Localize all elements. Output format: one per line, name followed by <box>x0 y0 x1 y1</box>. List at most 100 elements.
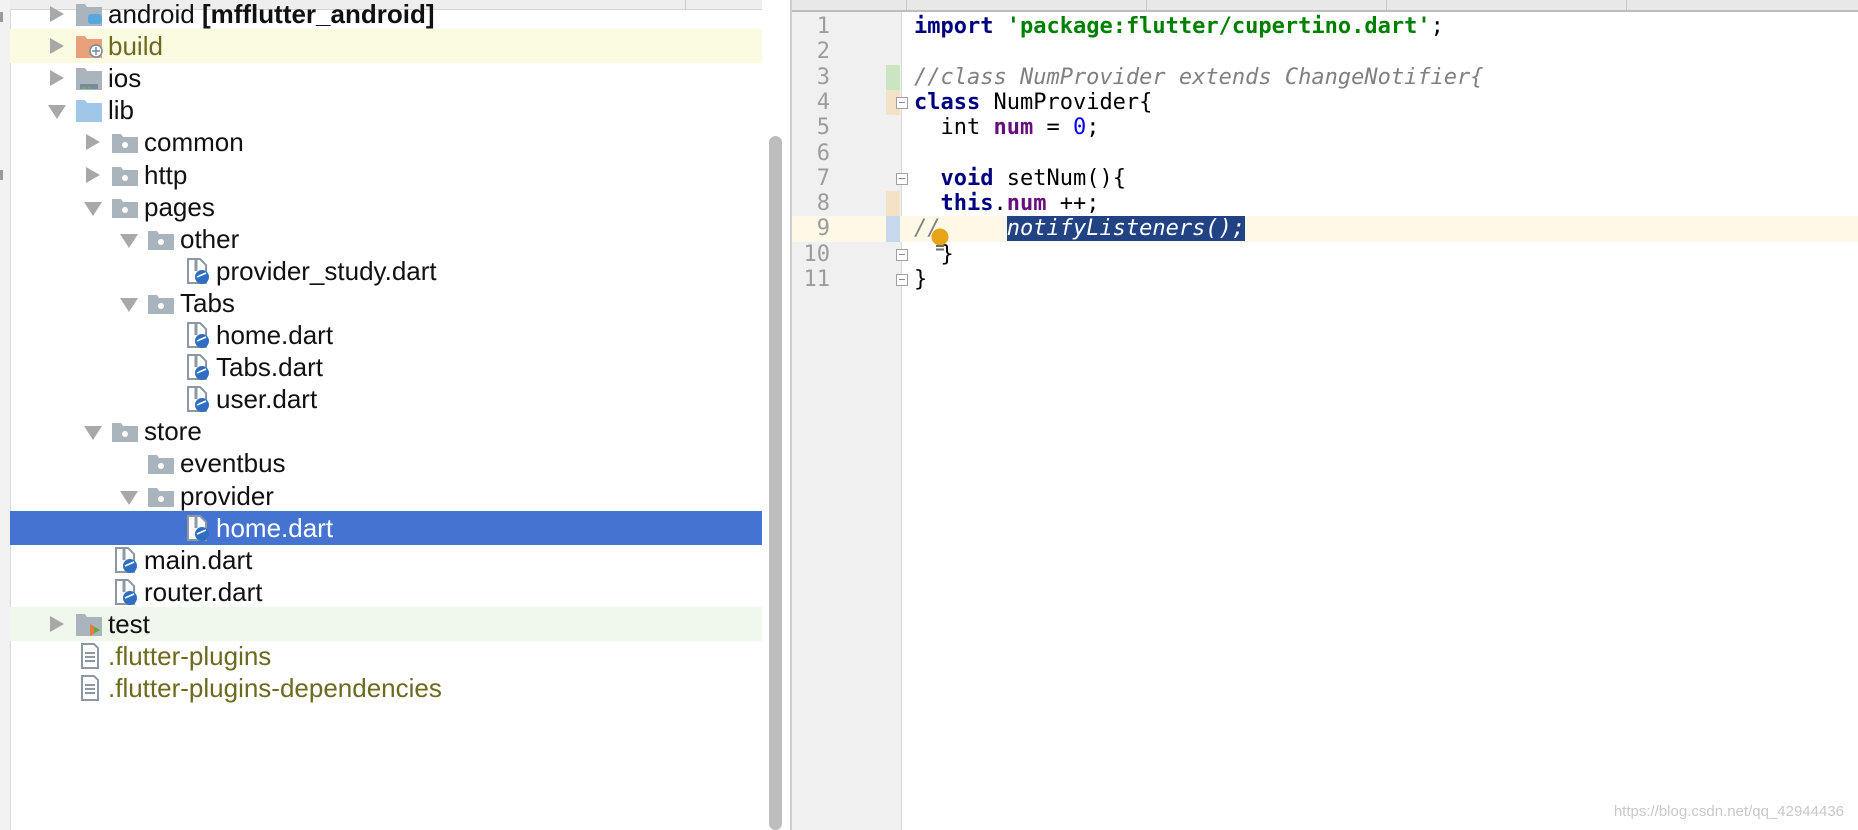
tree-item-tabs[interactable]: Tabs <box>10 286 762 320</box>
code-line[interactable]: 2 <box>792 39 1858 64</box>
tree-item-label: .flutter-plugins-dependencies <box>108 673 442 704</box>
tree-item-label: home.dart <box>216 512 334 543</box>
code-token: setNum(){ <box>993 165 1126 191</box>
expand-arrow-icon[interactable] <box>86 166 100 183</box>
collapse-arrow-icon[interactable] <box>84 201 102 216</box>
dart-file-icon <box>182 257 212 285</box>
folder-icon <box>74 96 104 124</box>
code-token: ; <box>1430 14 1444 39</box>
fold-marker-icon[interactable] <box>896 274 908 286</box>
tree-item-tabs-dart[interactable]: Tabs.dart <box>10 350 762 384</box>
tree-item-test[interactable]: test <box>10 606 762 641</box>
tree-item-http[interactable]: http <box>10 158 762 192</box>
tree-item-label-wrap: android [mfflutter_android] <box>108 0 435 31</box>
collapse-arrow-icon[interactable] <box>120 297 138 312</box>
expand-arrow-icon[interactable] <box>86 134 100 151</box>
code-token: num <box>993 115 1034 141</box>
dart-file-icon <box>182 385 212 413</box>
collapse-arrow-icon[interactable] <box>84 426 102 441</box>
tree-item-pages[interactable]: pages <box>10 190 762 224</box>
code-text[interactable]: import 'package:flutter/cupertino.dart'; <box>914 14 1444 39</box>
code-token: 0 <box>1072 115 1087 141</box>
collapse-arrow-icon[interactable] <box>120 233 138 248</box>
code-line[interactable]: 9 // notifyListeners(); <box>792 216 1858 242</box>
fold-marker-icon[interactable] <box>896 96 908 109</box>
code-line[interactable]: 11} <box>792 267 1858 292</box>
tree-item-flutter-plugins-dependencies[interactable]: .flutter-plugins-dependencies <box>10 671 762 705</box>
tree-item-provider-study-dart[interactable]: provider_study.dart <box>10 254 762 288</box>
vcs-change-marker[interactable] <box>886 64 900 90</box>
vcs-change-marker[interactable] <box>886 216 900 242</box>
tree-item-label: main.dart <box>144 544 253 575</box>
tree-item-eventbus[interactable]: eventbus <box>10 446 762 480</box>
tree-item-other[interactable]: other <box>10 222 762 256</box>
project-tree-panel: android [mfflutter_android] build ios lib co… <box>0 0 790 830</box>
code-text[interactable]: //class NumProvider extends ChangeNotifi… <box>914 65 1484 90</box>
module-name-suffix: [mfflutter_android] <box>194 0 435 29</box>
package-icon <box>146 449 176 477</box>
code-line[interactable]: 5 int num = 0; <box>792 115 1858 140</box>
intention-bulb-icon[interactable] <box>930 228 950 254</box>
strip-tick <box>0 170 3 180</box>
code-line[interactable]: 4 class NumProvider{ <box>792 89 1858 116</box>
collapse-arrow-icon[interactable] <box>48 105 66 120</box>
expand-arrow-icon[interactable] <box>50 70 64 87</box>
tree-item-label: build <box>108 31 163 62</box>
folder-icon <box>74 32 104 60</box>
tree-item-home-dart[interactable]: home.dart <box>10 510 762 545</box>
tree-item-label: lib <box>108 95 135 126</box>
tree-item-label: other <box>180 223 240 254</box>
code-line[interactable]: 10 } <box>792 242 1858 267</box>
code-line[interactable]: 3 //class NumProvider extends ChangeNotif… <box>792 64 1858 90</box>
tree-item-flutter-plugins[interactable]: .flutter-plugins <box>10 639 762 673</box>
tree-scroll-thumb[interactable] <box>769 136 782 830</box>
tree-item-home-dart[interactable]: home.dart <box>10 318 762 352</box>
tree-item-router-dart[interactable]: router.dart <box>10 575 762 609</box>
code-text[interactable]: int num = 0; <box>914 115 1099 140</box>
tree-item-label: test <box>108 608 150 639</box>
code-text[interactable]: this.num ++; <box>914 191 1100 217</box>
vcs-change-marker[interactable] <box>886 191 900 217</box>
tree-item-common[interactable]: common <box>10 125 762 159</box>
watermark: https://blog.csdn.net/qq_42944436 <box>1613 803 1844 820</box>
tree-item-provider[interactable]: provider <box>10 479 762 513</box>
fold-marker-icon[interactable] <box>896 172 908 185</box>
dart-file-icon <box>182 321 212 349</box>
code-text[interactable]: void setNum(){ <box>914 166 1126 191</box>
code-line[interactable]: 8 this.num ++; <box>792 191 1858 217</box>
tree-item-build[interactable]: build <box>10 29 762 64</box>
expand-arrow-icon[interactable] <box>50 38 64 55</box>
code-text[interactable]: // notifyListeners(); <box>914 216 1246 242</box>
tree-item-lib[interactable]: lib <box>10 93 762 127</box>
code-text[interactable]: } <box>914 267 927 292</box>
code-line[interactable]: 7 void setNum(){ <box>792 166 1858 191</box>
tree-item-label: common <box>144 127 244 158</box>
code-token: ++; <box>1046 191 1100 217</box>
tree-item-label: provider_study.dart <box>216 255 437 286</box>
fold-marker-icon[interactable] <box>896 248 908 261</box>
code-token: import <box>914 14 994 39</box>
tree-item-label: android <box>108 0 195 29</box>
code-token: // <box>914 216 1007 242</box>
code-token: 'package:flutter/cupertino.dart' <box>1006 14 1431 39</box>
expand-arrow-icon[interactable] <box>50 615 64 632</box>
code-text[interactable]: class NumProvider{ <box>914 90 1152 115</box>
tree-item-store[interactable]: store <box>10 414 762 448</box>
expand-arrow-icon[interactable] <box>50 6 64 22</box>
tree-item-user-dart[interactable]: user.dart <box>10 382 762 416</box>
tree-item-label: home.dart <box>216 320 334 350</box>
code-token: class <box>914 89 981 115</box>
editor-tab-strip <box>792 0 1858 12</box>
tree-item-android[interactable]: android [mfflutter_android] <box>10 0 762 31</box>
tree-item-main-dart[interactable]: main.dart <box>10 543 762 577</box>
tree-item-label: store <box>144 416 202 447</box>
tree-scrollbar[interactable] <box>762 0 790 830</box>
collapse-arrow-icon[interactable] <box>120 490 138 505</box>
code-token: NumProvider{ <box>980 89 1153 115</box>
code-editor[interactable]: 1 import 'package:flutter/cupertino.dart'… <box>792 0 1858 830</box>
code-line[interactable]: 1 import 'package:flutter/cupertino.dart'… <box>792 14 1858 39</box>
package-icon <box>110 417 140 445</box>
tree-item-ios[interactable]: ios <box>10 61 762 95</box>
code-line[interactable]: 6 <box>792 141 1858 166</box>
